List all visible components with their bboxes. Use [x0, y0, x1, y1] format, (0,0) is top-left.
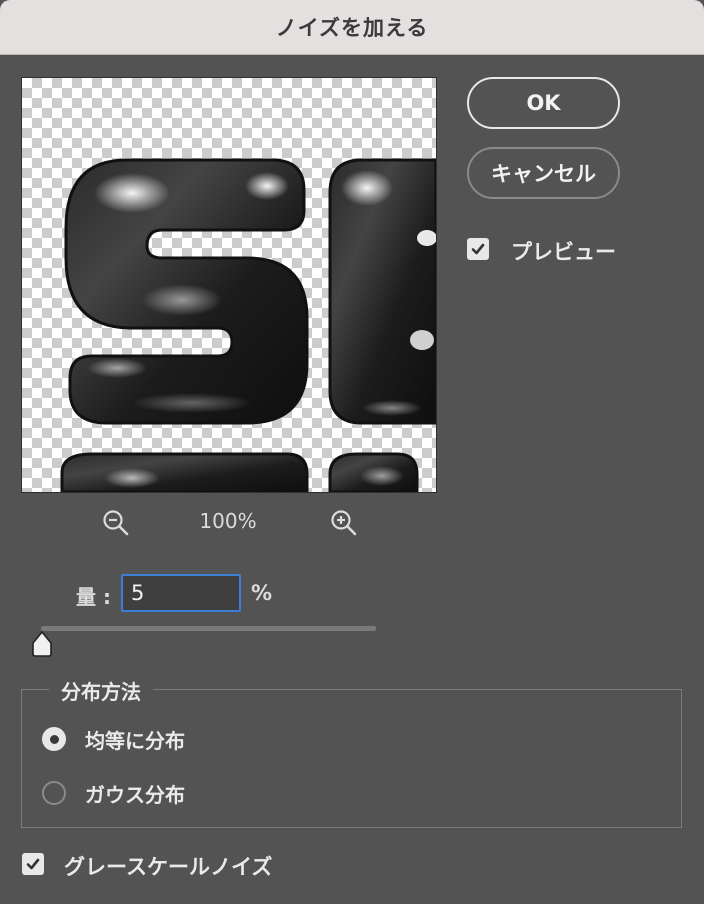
amount-label: 量 : [76, 585, 111, 609]
amount-input[interactable] [121, 574, 241, 612]
monochromatic-checkbox[interactable] [22, 853, 44, 875]
dialog-titlebar: ノイズを加える [0, 0, 704, 55]
radio-uniform[interactable] [42, 727, 66, 751]
preview-canvas[interactable] [21, 77, 437, 493]
preview-checkbox-label[interactable]: プレビュー [511, 236, 616, 266]
preview-checkbox[interactable] [467, 238, 489, 260]
preview-image [60, 158, 436, 492]
cancel-button[interactable]: キャンセル [467, 147, 620, 199]
radio-dot-icon [49, 734, 59, 744]
zoom-out-icon[interactable] [102, 509, 130, 541]
distribution-title: 分布方法 [49, 676, 153, 705]
radio-gaussian-label[interactable]: ガウス分布 [85, 779, 185, 808]
radio-uniform-label[interactable]: 均等に分布 [85, 725, 185, 754]
zoom-level: 100% [199, 509, 257, 533]
checkmark-icon [471, 243, 485, 255]
zoom-in-icon[interactable] [330, 509, 358, 541]
amount-unit: % [251, 581, 273, 605]
amount-slider-thumb[interactable] [30, 630, 54, 662]
dialog-title: ノイズを加える [275, 16, 429, 40]
checkmark-icon [26, 858, 40, 870]
ok-button[interactable]: OK [467, 77, 620, 129]
amount-slider-track[interactable] [41, 626, 376, 631]
monochromatic-label[interactable]: グレースケールノイズ [64, 851, 272, 881]
radio-gaussian[interactable] [42, 781, 66, 805]
